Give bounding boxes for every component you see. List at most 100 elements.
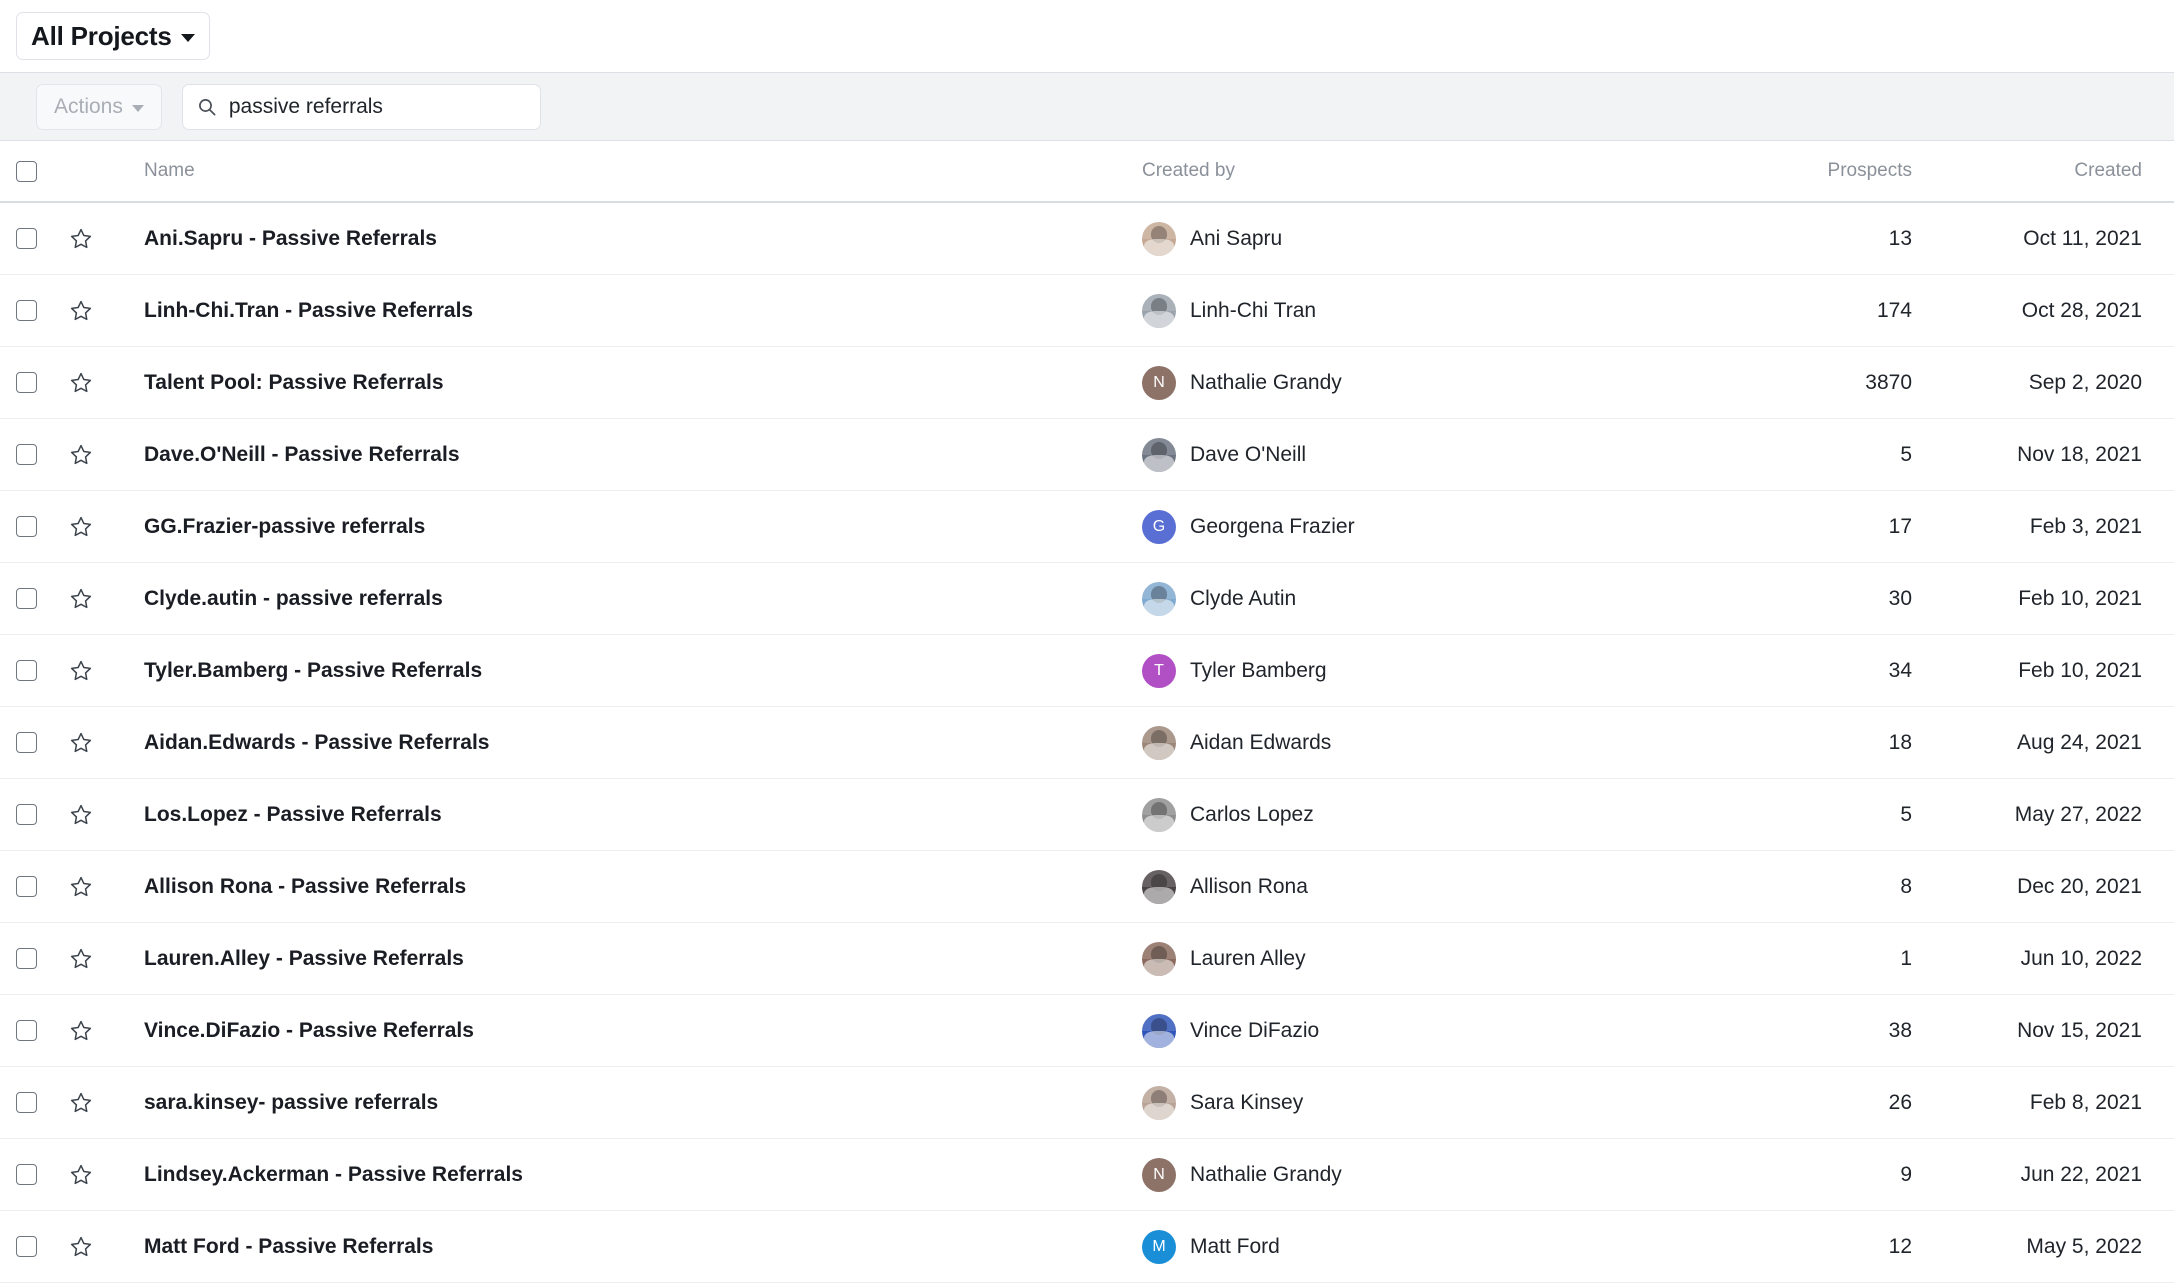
actions-dropdown[interactable]: Actions: [36, 84, 162, 130]
star-icon[interactable]: [69, 1163, 93, 1187]
project-name-link[interactable]: Lauren.Alley - Passive Referrals: [126, 947, 1142, 971]
favorite-star-cell[interactable]: [54, 1019, 126, 1043]
star-icon[interactable]: [69, 947, 93, 971]
row-select-cell: [16, 300, 54, 321]
avatar: [1142, 942, 1176, 976]
favorite-star-cell[interactable]: [54, 227, 126, 251]
project-name-link[interactable]: Allison Rona - Passive Referrals: [126, 875, 1142, 899]
project-name-link[interactable]: Lindsey.Ackerman - Passive Referrals: [126, 1163, 1142, 1187]
project-name-link[interactable]: GG.Frazier-passive referrals: [126, 515, 1142, 539]
avatar: M: [1142, 1230, 1176, 1264]
project-name-link[interactable]: Aidan.Edwards - Passive Referrals: [126, 731, 1142, 755]
table-row[interactable]: Tyler.Bamberg - Passive ReferralsTTyler …: [0, 635, 2174, 707]
row-checkbox[interactable]: [16, 588, 37, 609]
favorite-star-cell[interactable]: [54, 659, 126, 683]
creator-name: Nathalie Grandy: [1190, 371, 1342, 395]
search-input[interactable]: [229, 95, 526, 119]
table-row[interactable]: Allison Rona - Passive Referrals Allison …: [0, 851, 2174, 923]
project-name-link[interactable]: Ani.Sapru - Passive Referrals: [126, 227, 1142, 251]
favorite-star-cell[interactable]: [54, 299, 126, 323]
star-icon[interactable]: [69, 1019, 93, 1043]
project-name-link[interactable]: Los.Lopez - Passive Referrals: [126, 803, 1142, 827]
favorite-star-cell[interactable]: [54, 587, 126, 611]
row-checkbox[interactable]: [16, 804, 37, 825]
row-checkbox[interactable]: [16, 444, 37, 465]
star-icon[interactable]: [69, 803, 93, 827]
star-icon[interactable]: [69, 731, 93, 755]
star-icon[interactable]: [69, 227, 93, 251]
favorite-star-cell[interactable]: [54, 731, 126, 755]
table-row[interactable]: Linh-Chi.Tran - Passive ReferralsLinh-Ch…: [0, 275, 2174, 347]
creator-cell: Allison Rona: [1142, 870, 1662, 904]
chevron-down-icon: [132, 105, 144, 112]
star-icon[interactable]: [69, 587, 93, 611]
column-header-name[interactable]: Name: [126, 160, 1142, 182]
select-all-checkbox[interactable]: [16, 161, 37, 182]
row-checkbox[interactable]: [16, 372, 37, 393]
project-name-link[interactable]: Talent Pool: Passive Referrals: [126, 371, 1142, 395]
table-row[interactable]: Lauren.Alley - Passive ReferralsLauren A…: [0, 923, 2174, 995]
row-checkbox[interactable]: [16, 660, 37, 681]
favorite-star-cell[interactable]: [54, 875, 126, 899]
avatar: N: [1142, 366, 1176, 400]
star-icon[interactable]: [69, 299, 93, 323]
row-checkbox[interactable]: [16, 948, 37, 969]
prospects-count: 8: [1662, 875, 1912, 899]
all-projects-dropdown[interactable]: All Projects: [16, 12, 210, 60]
column-header-created-by[interactable]: Created by: [1142, 160, 1662, 182]
favorite-star-cell[interactable]: [54, 443, 126, 467]
table-row[interactable]: GG.Frazier-passive referralsGGeorgena Fr…: [0, 491, 2174, 563]
prospects-count: 17: [1662, 515, 1912, 539]
creator-name: Matt Ford: [1190, 1235, 1280, 1259]
avatar: G: [1142, 510, 1176, 544]
star-icon[interactable]: [69, 875, 93, 899]
star-icon[interactable]: [69, 371, 93, 395]
created-date: May 5, 2022: [1912, 1235, 2142, 1259]
project-name-link[interactable]: Clyde.autin - passive referrals: [126, 587, 1142, 611]
project-name-link[interactable]: Linh-Chi.Tran - Passive Referrals: [126, 299, 1142, 323]
table-row[interactable]: Aidan.Edwards - Passive ReferralsAidan E…: [0, 707, 2174, 779]
row-checkbox[interactable]: [16, 732, 37, 753]
row-checkbox[interactable]: [16, 300, 37, 321]
star-icon[interactable]: [69, 1235, 93, 1259]
favorite-star-cell[interactable]: [54, 515, 126, 539]
table-row[interactable]: Dave.O'Neill - Passive ReferralsDave O'N…: [0, 419, 2174, 491]
column-header-prospects[interactable]: Prospects: [1662, 160, 1912, 182]
created-date: Feb 10, 2021: [1912, 587, 2142, 611]
row-checkbox[interactable]: [16, 516, 37, 537]
table-row[interactable]: Ani.Sapru - Passive ReferralsAni Sapru13…: [0, 203, 2174, 275]
project-name-link[interactable]: sara.kinsey- passive referrals: [126, 1091, 1142, 1115]
favorite-star-cell[interactable]: [54, 1163, 126, 1187]
star-icon[interactable]: [69, 443, 93, 467]
table-row[interactable]: Los.Lopez - Passive ReferralsCarlos Lope…: [0, 779, 2174, 851]
table-row[interactable]: Lindsey.Ackerman - Passive ReferralsNNat…: [0, 1139, 2174, 1211]
table-row[interactable]: Matt Ford - Passive ReferralsMMatt Ford1…: [0, 1211, 2174, 1283]
favorite-star-cell[interactable]: [54, 371, 126, 395]
star-icon[interactable]: [69, 659, 93, 683]
project-name-link[interactable]: Matt Ford - Passive Referrals: [126, 1235, 1142, 1259]
table-row[interactable]: Vince.DiFazio - Passive ReferralsVince D…: [0, 995, 2174, 1067]
star-icon[interactable]: [69, 1091, 93, 1115]
row-checkbox[interactable]: [16, 876, 37, 897]
project-name-link[interactable]: Dave.O'Neill - Passive Referrals: [126, 443, 1142, 467]
favorite-star-cell[interactable]: [54, 1235, 126, 1259]
row-checkbox[interactable]: [16, 1236, 37, 1257]
favorite-star-cell[interactable]: [54, 1091, 126, 1115]
project-name-link[interactable]: Tyler.Bamberg - Passive Referrals: [126, 659, 1142, 683]
row-checkbox[interactable]: [16, 228, 37, 249]
creator-cell: Carlos Lopez: [1142, 798, 1662, 832]
row-checkbox[interactable]: [16, 1092, 37, 1113]
table-row[interactable]: sara.kinsey- passive referralsSara Kinse…: [0, 1067, 2174, 1139]
favorite-star-cell[interactable]: [54, 803, 126, 827]
favorite-star-cell[interactable]: [54, 947, 126, 971]
column-header-created[interactable]: Created: [1912, 160, 2142, 182]
creator-name: Allison Rona: [1190, 875, 1308, 899]
table-row[interactable]: Clyde.autin - passive referralsClyde Aut…: [0, 563, 2174, 635]
created-date: Feb 3, 2021: [1912, 515, 2142, 539]
star-icon[interactable]: [69, 515, 93, 539]
project-name-link[interactable]: Vince.DiFazio - Passive Referrals: [126, 1019, 1142, 1043]
table-row[interactable]: Talent Pool: Passive ReferralsN Nathalie …: [0, 347, 2174, 419]
row-checkbox[interactable]: [16, 1020, 37, 1041]
row-checkbox[interactable]: [16, 1164, 37, 1185]
search-box[interactable]: [182, 84, 541, 130]
